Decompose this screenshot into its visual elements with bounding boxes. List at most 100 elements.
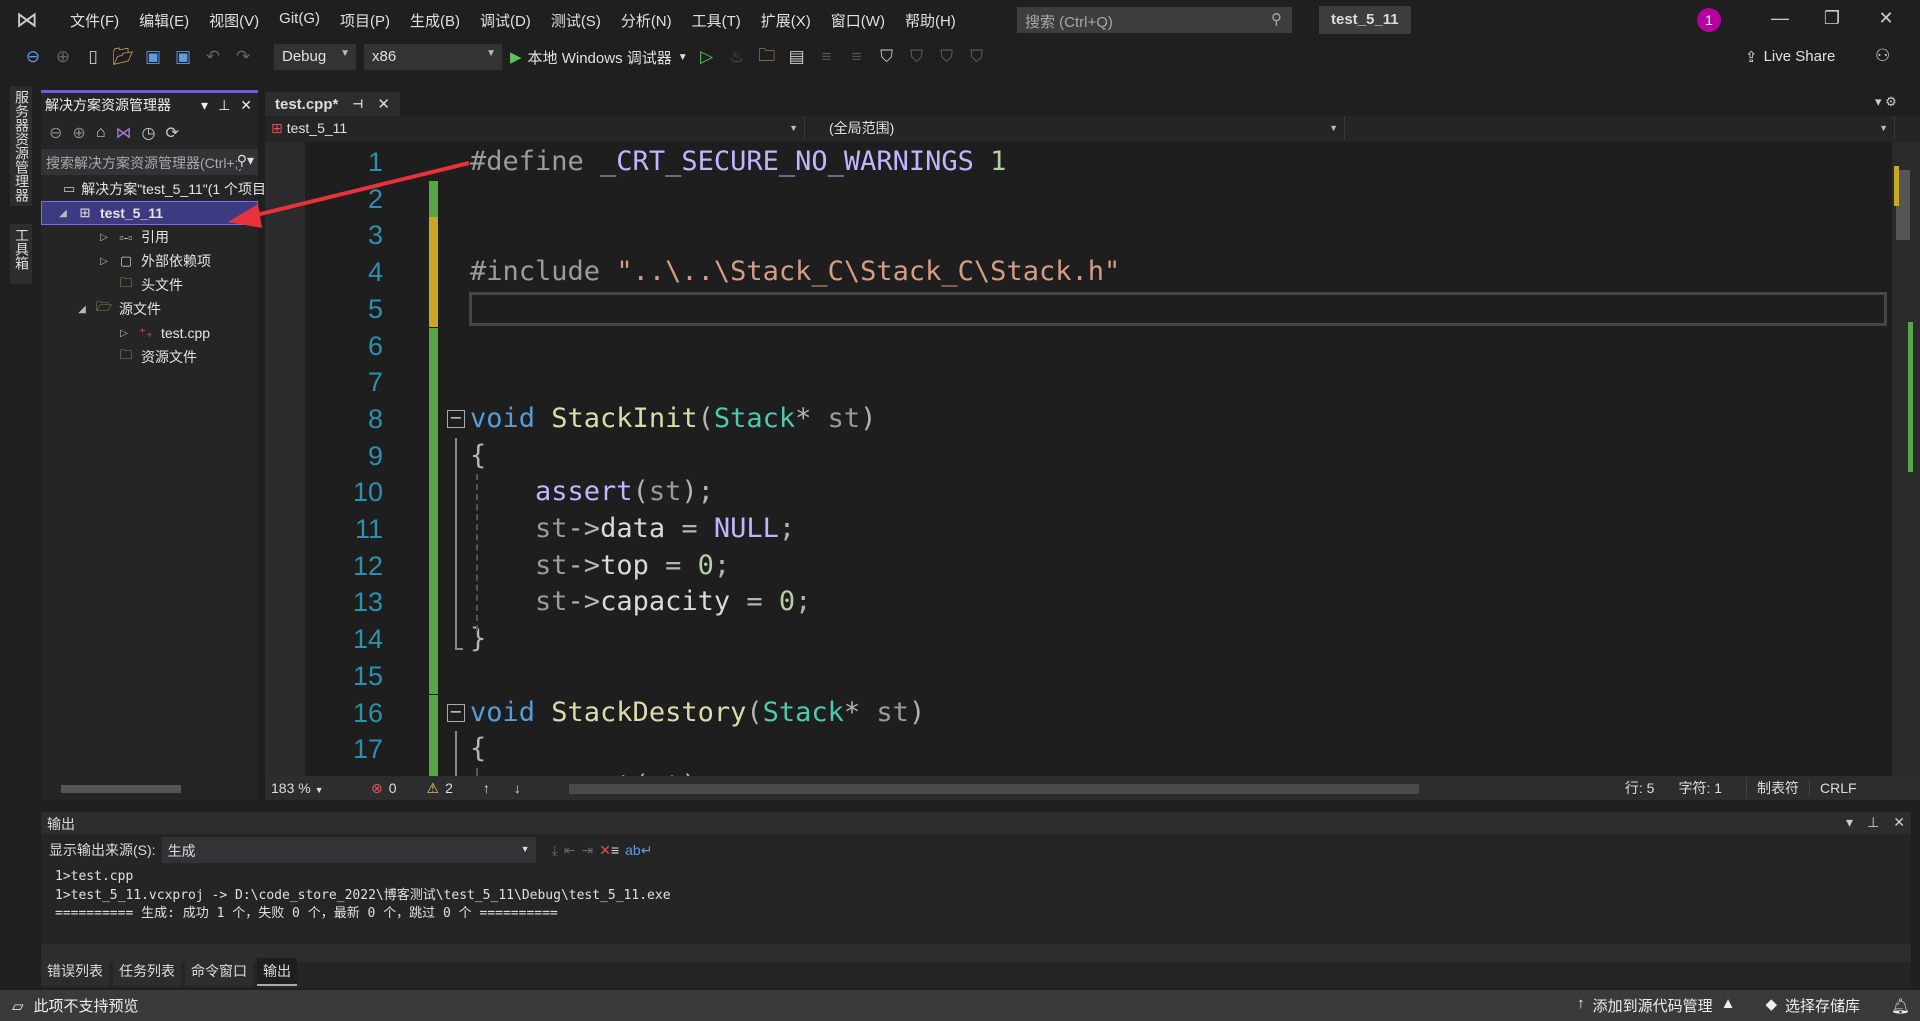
member-dropdown[interactable]: ▼ [1345,116,1895,140]
bottom-tab[interactable]: 错误列表 [41,958,109,986]
bookmark-icon[interactable]: ⛉ [876,47,898,67]
collapse-icon[interactable]: − [447,703,465,722]
server-explorer-tab[interactable]: 服务器资源管理器 [10,86,32,206]
open-folder-icon[interactable]: 📂︎ [112,47,134,67]
next-bookmark-icon[interactable]: ⛉ [936,47,958,67]
expander-icon[interactable]: ▷ [97,256,111,267]
tree-item[interactable]: ◢ 🗁︎ 源文件 [41,297,258,321]
tree-item[interactable]: 🗀︎ 头文件 [41,273,258,297]
scope-dropdown[interactable]: (全局范围) ▼ [805,116,1345,140]
tree-item[interactable]: 🗀︎ 资源文件 [41,345,258,369]
back-icon[interactable]: ⊖ [49,123,62,143]
expander-icon[interactable]: ◢ [75,304,89,315]
next-message-icon[interactable]: ⇥ [582,842,594,859]
forward-icon[interactable]: ⊕ [52,47,74,67]
tree-item[interactable]: ◢ ⊞ test_5_11 [41,201,258,225]
next-issue-icon[interactable]: ↓ [514,780,521,796]
prev-bookmark-icon[interactable]: ⛉ [906,47,928,67]
prev-message-icon[interactable]: ⇤ [564,842,576,859]
output-hscroll[interactable] [41,944,1911,962]
menu-item[interactable]: Git(G) [269,10,330,31]
comment-icon[interactable]: ≡ [816,47,838,67]
undo-icon[interactable]: ↶ [202,47,224,67]
tree-item[interactable]: ▷ ▫-▫ 引用 [41,225,258,249]
menu-item[interactable]: 测试(S) [541,10,611,31]
menu-item[interactable]: 窗口(W) [821,10,895,31]
notification-badge[interactable]: 1 [1697,8,1721,32]
hot-reload-icon[interactable]: ♨ [726,47,748,67]
tab-options-icon[interactable]: ▾ ⚙ [1875,94,1897,110]
close-icon[interactable]: ✕ [1893,814,1905,832]
indent-mode[interactable]: 制表符 [1746,778,1809,798]
platform-dropdown[interactable]: x86 ▼ [364,44,502,70]
save-all-icon[interactable]: ▣ [172,47,194,67]
select-repo-button[interactable]: ◆ 选择存储库 [1765,995,1860,1016]
window-layout-icon[interactable]: ▤ [786,47,808,67]
refresh-icon[interactable]: ⟳ [165,123,178,143]
close-icon[interactable]: ✕ [240,97,252,114]
save-icon[interactable]: ▣ [142,47,164,67]
bottom-tab[interactable]: 命令窗口 [185,958,253,986]
pin-icon[interactable]: ⊣ [352,97,363,111]
solution-name[interactable]: test_5_11 [1319,6,1411,34]
menu-item[interactable]: 调试(D) [470,10,541,31]
notifications-icon[interactable]: 🔔︎ [1891,997,1910,1015]
clear-all-icon[interactable]: ✕≡ [599,842,619,859]
start-without-debug-icon[interactable]: ▷ [696,47,718,67]
menu-item[interactable]: 文件(F) [60,10,129,31]
expander-icon[interactable]: ◢ [56,208,70,219]
code-editor[interactable]: 1 #define _CRT_SECURE_NO_WARNINGS 1 2 3 4 #in… [265,142,1892,776]
pending-changes-icon[interactable]: ◷ [141,123,155,143]
live-share-button[interactable]: ⇪ Live Share [1745,48,1835,66]
close-button[interactable]: ✕ [1866,8,1906,29]
forward-icon[interactable]: ⊕ [72,123,85,143]
collapse-icon[interactable]: − [447,409,465,428]
output-text[interactable]: 1>test.cpp 1>test_5_11.vcxproj -> D:\cod… [41,866,1911,938]
close-tab-icon[interactable]: ✕ [377,95,390,113]
configuration-dropdown[interactable]: Debug ▼ [274,44,356,70]
bottom-tab[interactable]: 任务列表 [113,958,181,986]
feedback-icon[interactable]: ⚇ [1875,46,1890,66]
menu-item[interactable]: 扩展(X) [751,10,821,31]
zoom-dropdown[interactable]: 183 % ▼ [265,780,345,796]
redo-icon[interactable]: ↷ [232,47,254,67]
menu-item[interactable]: 工具(T) [682,10,751,31]
dropdown-icon[interactable]: ▾ [201,97,208,114]
toolbox-tab[interactable]: 工具箱 [10,224,32,284]
menu-item[interactable]: 帮助(H) [895,10,966,31]
new-project-icon[interactable]: ▯ [82,47,104,67]
solution-explorer-hscroll[interactable] [41,780,258,798]
expander-icon[interactable]: ▷ [117,328,131,339]
minimize-button[interactable]: — [1760,8,1800,29]
pin-icon[interactable]: ⊥ [218,97,230,114]
start-debug-button[interactable]: ▶ 本地 Windows 调试器 ▼ [510,47,688,68]
tab-test-cpp[interactable]: test.cpp* ⊣ ✕ [265,90,400,116]
project-dropdown[interactable]: ⊞ test_5_11 ▼ [265,116,805,140]
uncomment-icon[interactable]: ≡ [846,47,868,67]
search-input[interactable]: 搜索 (Ctrl+Q) ⚲ [1017,7,1292,33]
tree-item[interactable]: ▷ ⁺₊ test.cpp [41,321,258,345]
editor-vscroll[interactable] [1892,142,1920,776]
line-ending[interactable]: CRLF [1809,780,1867,796]
pin-icon[interactable]: ⊥ [1867,814,1879,832]
home-icon[interactable]: ⌂ [96,124,106,142]
menu-item[interactable]: 视图(V) [199,10,269,31]
menu-item[interactable]: 分析(N) [611,10,682,31]
back-icon[interactable]: ⊖ [22,47,44,67]
find-in-files-icon[interactable]: 🗀︎ [756,43,778,72]
menu-item[interactable]: 编辑(E) [129,10,199,31]
warnings-indicator[interactable]: ⚠ 2 [427,780,453,797]
errors-indicator[interactable]: ⊗ 0 [371,780,397,797]
output-source-dropdown[interactable]: 生成 ▼ [161,837,536,863]
word-wrap-icon[interactable]: ab↵ [625,842,652,859]
editor-hscroll[interactable] [561,780,1601,796]
prev-issue-icon[interactable]: ↑ [483,780,490,796]
add-to-source-control-button[interactable]: ↑ 添加到源代码管理 ▲ [1577,995,1735,1016]
menu-item[interactable]: 生成(B) [400,10,470,31]
tree-item[interactable]: ▭ 解决方案"test_5_11"(1 个项目/共 1 个) [41,177,318,201]
restore-button[interactable]: ❐ [1812,8,1852,29]
clear-bookmarks-icon[interactable]: ⛉ [966,47,988,67]
menu-item[interactable]: 项目(P) [330,10,400,31]
solution-search-input[interactable]: 搜索解决方案资源管理器(Ctrl+;) ⚲▾ [41,149,258,175]
expander-icon[interactable]: ▷ [97,232,111,243]
